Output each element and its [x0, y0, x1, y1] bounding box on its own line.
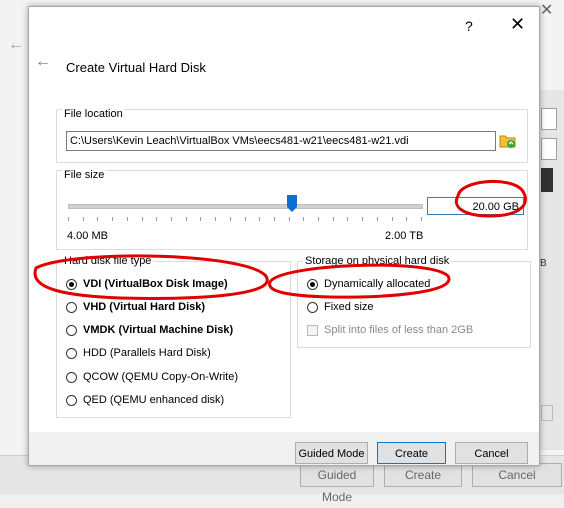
slider-tick	[126, 217, 128, 221]
slider-tick	[332, 217, 334, 221]
slider-tick	[229, 217, 231, 221]
slider-tick	[376, 217, 378, 221]
slider-tick	[391, 217, 393, 221]
slider-tick	[303, 217, 305, 221]
disk-type-label: Hard disk file type	[62, 255, 154, 267]
storage-option-dynamic[interactable]: Dynamically allocated	[307, 278, 430, 290]
radio-button[interactable]	[307, 278, 318, 290]
slider-tick	[112, 217, 114, 221]
background-field	[541, 405, 553, 421]
file-size-input[interactable]: 20.00 GB	[427, 197, 524, 215]
radio-button[interactable]	[66, 278, 77, 290]
background-guided-mode-button: Guided Mode	[300, 463, 374, 504]
radio-button[interactable]	[66, 301, 77, 313]
guided-mode-button[interactable]: Guided Mode	[295, 442, 368, 464]
slider-tick	[259, 217, 261, 221]
disk-type-option-qed[interactable]: QED (QEMU enhanced disk)	[66, 394, 224, 406]
radio-button[interactable]	[66, 324, 77, 336]
cancel-button[interactable]: Cancel	[455, 442, 528, 464]
slider-tick	[318, 217, 320, 221]
help-icon[interactable]: ?	[465, 18, 473, 34]
background-close-icon: ✕	[540, 2, 554, 19]
file-location-input[interactable]: C:\Users\Kevin Leach\VirtualBox VMs\eecs…	[66, 131, 496, 151]
slider-tick	[156, 217, 158, 221]
background-create-button: Create	[384, 463, 462, 487]
radio-button[interactable]	[307, 301, 318, 313]
background-field	[541, 138, 557, 160]
file-size-slider-track[interactable]	[68, 204, 423, 209]
slider-tick	[141, 217, 143, 221]
split-files-checkbox: Split into files of less than 2GB	[307, 324, 473, 336]
back-arrow-icon[interactable]: ←	[35, 53, 51, 71]
slider-tick	[288, 217, 290, 221]
background-label: B	[540, 258, 547, 269]
disk-type-option-vmdk[interactable]: VMDK (Virtual Machine Disk)	[66, 324, 233, 336]
create-virtual-hard-disk-dialog: ? ✕ ← Create Virtual Hard Disk File loca…	[28, 6, 540, 466]
file-location-label: File location	[62, 108, 125, 120]
slider-tick	[97, 217, 99, 221]
radio-button[interactable]	[66, 347, 77, 359]
background-back-arrow-icon: ←	[8, 36, 24, 53]
close-icon[interactable]: ✕	[510, 15, 525, 33]
slider-tick	[362, 217, 364, 221]
storage-option-fixed[interactable]: Fixed size	[307, 301, 374, 313]
slider-tick	[273, 217, 275, 221]
background-cancel-button: Cancel	[472, 463, 562, 487]
file-size-min-label: 4.00 MB	[67, 230, 108, 242]
radio-button[interactable]	[66, 371, 77, 383]
file-size-max-label: 2.00 TB	[385, 230, 424, 242]
slider-tick	[421, 217, 422, 221]
slider-tick	[82, 217, 84, 221]
disk-type-option-hdd[interactable]: HDD (Parallels Hard Disk)	[66, 347, 211, 359]
slider-tick	[68, 217, 69, 221]
slider-tick	[347, 217, 349, 221]
disk-type-option-vdi[interactable]: VDI (VirtualBox Disk Image)	[66, 278, 228, 290]
folder-browse-icon[interactable]	[499, 133, 517, 149]
create-button[interactable]: Create	[377, 442, 446, 464]
file-size-slider-thumb[interactable]	[287, 195, 297, 212]
slider-tick	[215, 217, 217, 221]
title-bar: ? ✕	[29, 7, 539, 43]
slider-tick	[244, 217, 246, 221]
background-icon	[541, 168, 553, 192]
file-size-label: File size	[62, 169, 107, 181]
background-field	[541, 108, 557, 130]
checkbox	[307, 324, 318, 336]
slider-tick	[185, 217, 187, 221]
dialog-title: Create Virtual Hard Disk	[66, 60, 206, 75]
storage-label: Storage on physical hard disk	[303, 255, 452, 267]
disk-type-option-qcow[interactable]: QCOW (QEMU Copy-On-Write)	[66, 371, 238, 383]
slider-tick	[170, 217, 172, 221]
radio-button[interactable]	[66, 394, 77, 406]
slider-tick	[406, 217, 408, 221]
disk-type-option-vhd[interactable]: VHD (Virtual Hard Disk)	[66, 301, 205, 313]
slider-tick	[200, 217, 202, 221]
